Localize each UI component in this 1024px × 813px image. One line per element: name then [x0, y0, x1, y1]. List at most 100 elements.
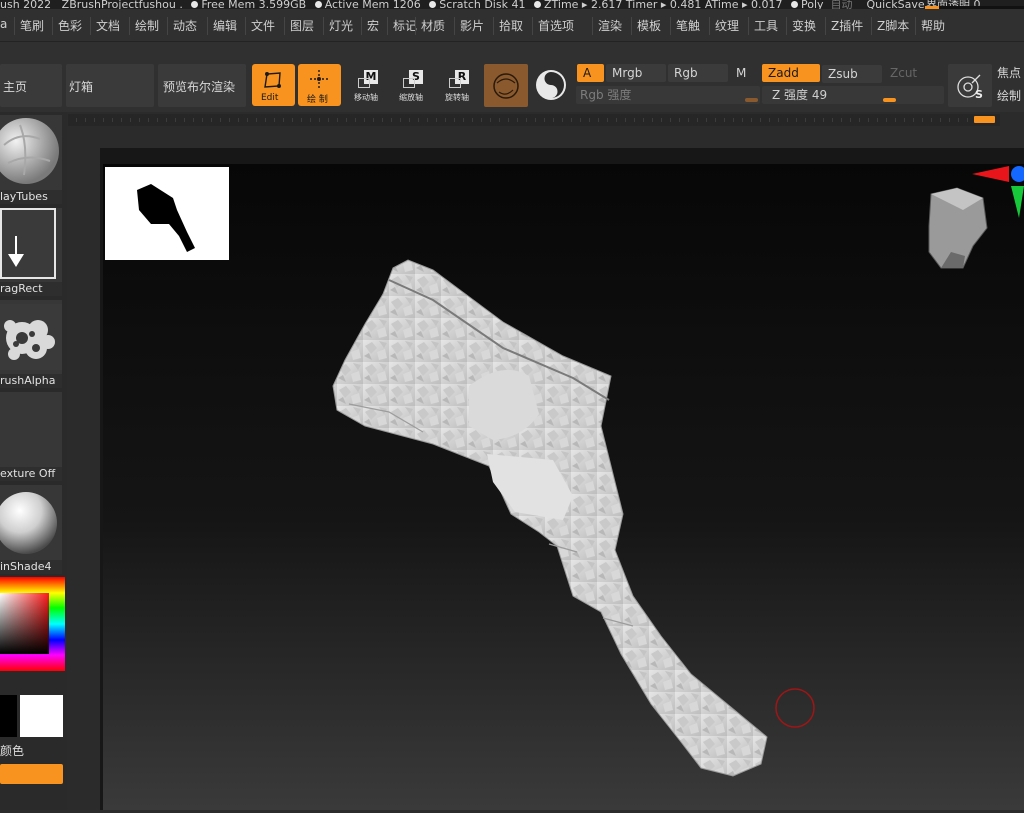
- material-tile[interactable]: inShade4: [0, 485, 62, 574]
- timeline-tick: [949, 118, 950, 122]
- menu-separator: [361, 17, 362, 35]
- quicksave-button[interactable]: QuickSave: [867, 0, 925, 9]
- timeline-tick: [643, 118, 644, 122]
- menu-item[interactable]: 文档: [96, 17, 120, 34]
- menu-item[interactable]: 绘制: [135, 17, 159, 34]
- rotate-button[interactable]: R 旋转轴: [443, 64, 477, 106]
- brush-tile[interactable]: layTubes: [0, 115, 62, 204]
- menu-item[interactable]: a: [0, 17, 7, 31]
- color-picker[interactable]: [0, 577, 65, 671]
- menu-item[interactable]: 工具: [754, 17, 778, 34]
- title-bar: ush 2022 ZBrushProjectfushou . Free Mem …: [0, 0, 1024, 9]
- menu-item[interactable]: Z插件: [831, 17, 863, 34]
- texture-name: exture Off: [0, 467, 62, 481]
- z-intensity-knob[interactable]: [883, 98, 896, 102]
- material-button[interactable]: [484, 64, 528, 107]
- switch-color-button[interactable]: [0, 764, 63, 784]
- menu-item[interactable]: 笔触: [676, 17, 700, 34]
- menu-item[interactable]: 渲染: [598, 17, 622, 34]
- stroke-tile[interactable]: ragRect: [0, 208, 62, 296]
- symmetry-button[interactable]: S: [948, 64, 992, 107]
- focal-shift-label[interactable]: 焦点: [997, 64, 1021, 81]
- sculpt-canvas[interactable]: [103, 164, 1024, 810]
- brush-name: layTubes: [0, 190, 62, 204]
- timeline-tick: [697, 118, 698, 122]
- secondary-color-swatch[interactable]: [20, 695, 63, 737]
- timeline-tick: [796, 118, 797, 122]
- brush-preview-icon: [0, 118, 59, 184]
- move-label: 移动轴: [354, 93, 378, 102]
- bpr-label: 预览布尔渲染: [163, 80, 236, 94]
- menu-separator: [323, 17, 324, 35]
- timeline-tick: [670, 118, 671, 122]
- a-toggle[interactable]: A: [577, 64, 604, 82]
- menu-item[interactable]: 标记: [393, 17, 417, 34]
- menu-item[interactable]: 色彩: [58, 17, 82, 34]
- edit-label: Edit: [261, 93, 279, 103]
- menu-item[interactable]: 模板: [637, 17, 661, 34]
- canvas-viewport[interactable]: [103, 164, 1024, 810]
- timeline-tick: [778, 118, 779, 122]
- menu-separator: [245, 17, 246, 35]
- menu-item[interactable]: 变换: [792, 17, 816, 34]
- menu-item[interactable]: 文件: [251, 17, 275, 34]
- m-toggle[interactable]: M: [730, 64, 758, 82]
- draw-size-label[interactable]: 绘制: [997, 87, 1021, 104]
- timeline-tick: [553, 118, 554, 122]
- menu-item[interactable]: 笔刷: [20, 17, 44, 34]
- timeline-tick: [679, 118, 680, 122]
- mrgb-toggle[interactable]: Mrgb: [606, 64, 666, 82]
- rgb-intensity-knob[interactable]: [745, 98, 758, 102]
- home-button[interactable]: 主页: [0, 64, 62, 107]
- rgb-toggle[interactable]: Rgb: [668, 64, 728, 82]
- menu-item[interactable]: 动态: [173, 17, 197, 34]
- menu-item[interactable]: 宏: [367, 17, 379, 34]
- zadd-toggle[interactable]: Zadd: [762, 64, 820, 82]
- timeline-tick: [166, 118, 167, 122]
- edit-button[interactable]: Edit: [252, 64, 295, 106]
- drag-rect-arrow-icon: [8, 236, 24, 267]
- app-title: ush 2022: [0, 0, 52, 9]
- timeline-tick: [391, 118, 392, 122]
- draw-button[interactable]: 绘 制: [298, 64, 341, 106]
- timeline-tick: [409, 118, 410, 122]
- draw-label: 绘 制: [307, 95, 328, 105]
- timeline-tick: [229, 118, 230, 122]
- menu-item[interactable]: 影片: [460, 17, 484, 34]
- menu-item[interactable]: 材质: [421, 17, 445, 34]
- menu-separator: [709, 17, 710, 35]
- bpr-button[interactable]: 预览布尔渲染: [158, 64, 246, 107]
- material-name: inShade4: [0, 560, 62, 574]
- timeline-tick: [490, 118, 491, 122]
- zsub-toggle[interactable]: Zsub: [822, 65, 882, 83]
- primary-color-swatch[interactable]: [0, 695, 17, 737]
- active-mem: Active Mem 1206: [324, 0, 421, 9]
- project-name: ZBrushProjectfushou: [61, 0, 176, 9]
- rgb-intensity-slider[interactable]: Rgb 强度: [576, 86, 760, 104]
- timeline-tick: [499, 118, 500, 122]
- menu-item[interactable]: 首选项: [538, 17, 574, 34]
- menu-item[interactable]: 编辑: [213, 17, 237, 34]
- spotlight-button[interactable]: [534, 68, 568, 102]
- menu-item[interactable]: Z脚本: [877, 17, 909, 34]
- move-button[interactable]: M 移动轴: [352, 64, 386, 106]
- menu-separator: [631, 17, 632, 35]
- timeline-track[interactable]: [68, 114, 1000, 126]
- scale-button[interactable]: S 缩放轴: [397, 64, 431, 106]
- zcut-toggle[interactable]: Zcut: [884, 64, 944, 82]
- menu-item[interactable]: 拾取: [499, 17, 523, 34]
- z-intensity-slider[interactable]: Z 强度 49: [762, 86, 944, 104]
- timeline-marker[interactable]: [974, 116, 995, 123]
- menu-item[interactable]: 帮助: [921, 17, 945, 34]
- texture-tile[interactable]: exture Off: [0, 392, 62, 481]
- menu-item[interactable]: 图层: [290, 17, 314, 34]
- timeline-tick: [706, 118, 707, 122]
- symmetry-letter: S: [975, 88, 983, 101]
- menu-item[interactable]: 纹理: [715, 17, 739, 34]
- lightbox-button[interactable]: 灯箱: [66, 64, 154, 107]
- timeline-tick: [625, 118, 626, 122]
- menu-item[interactable]: 灯光: [329, 17, 353, 34]
- alpha-tile[interactable]: rushAlpha: [0, 300, 62, 388]
- timeline-tick: [589, 118, 590, 122]
- timeline-tick: [310, 118, 311, 122]
